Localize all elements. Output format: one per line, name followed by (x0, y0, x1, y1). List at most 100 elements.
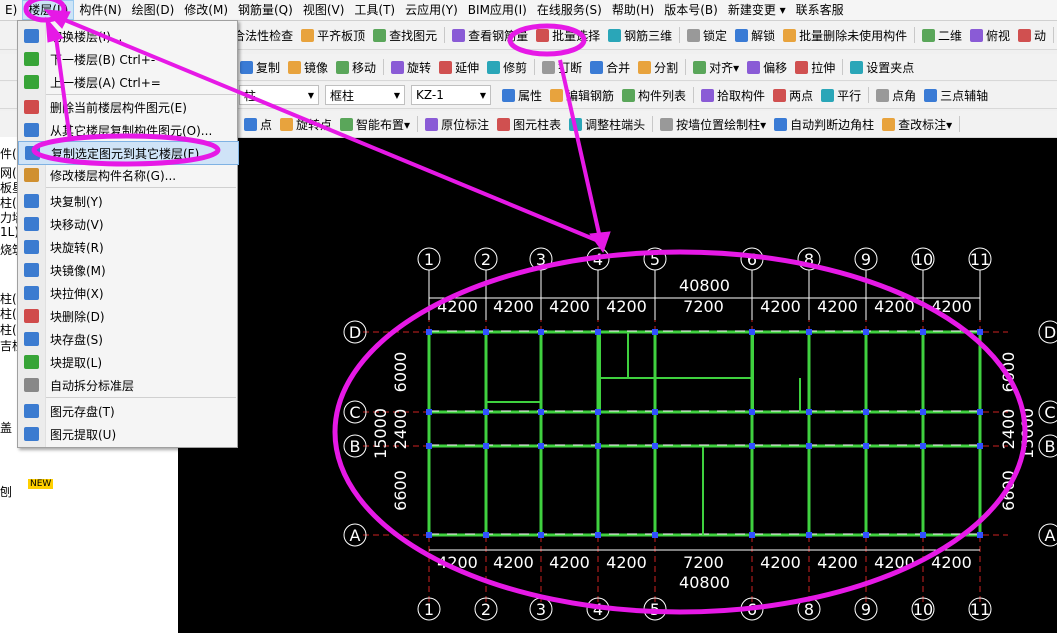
toolbar1-items-button-6[interactable]: 锁定 (683, 24, 731, 46)
toolbar2-items-button-8[interactable]: 分割 (634, 56, 682, 78)
toolbar1-items-button-11[interactable]: 动 (1014, 24, 1050, 46)
toolbar2-items-button-12[interactable]: 设置夹点 (846, 56, 918, 78)
toolbar3-items-button-3[interactable]: 拾取构件 (697, 84, 769, 106)
toolbar3-items-button-0[interactable]: 属性 (498, 84, 546, 106)
menu-0[interactable]: E) (0, 0, 22, 20)
tree-item[interactable]: 件( (0, 145, 17, 162)
toolbar4-items-button-2[interactable]: 智能布置▾ (336, 113, 414, 135)
floor-menu-item-2[interactable]: 上一楼层(A) Ctrl+= (18, 71, 237, 93)
toolbar1-items-button-5[interactable]: 钢筋三维 (604, 24, 676, 46)
toolbar1-items-button-1[interactable]: 平齐板顶 (297, 24, 369, 46)
menu-10[interactable]: 在线服务(S) (532, 0, 607, 20)
toolbar3-items-button-6[interactable]: 点角 (872, 84, 920, 106)
toolbar3-items-button-1[interactable]: 编辑钢筋 (546, 84, 618, 106)
tree-item[interactable]: 盖 (0, 419, 12, 436)
floor-menu-item-7[interactable]: 块复制(Y) (18, 190, 237, 212)
toolbar1-items-button-10[interactable]: 俯视 (966, 24, 1014, 46)
element-save-icon (24, 404, 39, 418)
component-type-dropdown[interactable]: 柱 ▼ (239, 85, 319, 105)
floor-menu-item-label: 修改楼层构件名称(G)... (50, 168, 177, 183)
floor-menu-item-8[interactable]: 块移动(V) (18, 213, 237, 235)
toolbar2-items-button-3[interactable]: 旋转 (387, 56, 435, 78)
component-name-dropdown[interactable]: KZ-1 ▼ (411, 85, 491, 105)
tool-icon (502, 88, 515, 102)
floor-menu-item-14[interactable]: 块提取(L) (18, 351, 237, 373)
split-floor-icon (24, 378, 39, 392)
toolbar2-items-button-10[interactable]: 偏移 (743, 56, 791, 78)
menu-11[interactable]: 帮助(H) (607, 0, 659, 20)
menu-3[interactable]: 绘图(D) (127, 0, 180, 20)
dimension-text: 6000 (999, 352, 1018, 393)
tree-item[interactable]: 刨 (0, 483, 12, 500)
menu-8[interactable]: 云应用(Y) (400, 0, 463, 20)
menu-5[interactable]: 钢筋量(Q) (233, 0, 298, 20)
floor-menu-item-13[interactable]: 块存盘(S) (18, 328, 237, 350)
column (538, 329, 544, 335)
menu-7[interactable]: 工具(T) (349, 0, 400, 20)
toolbar1-items-button-9[interactable]: 二维 (918, 24, 966, 46)
floor-menu-item-15[interactable]: 自动拆分标准层 (18, 374, 237, 396)
floor-menu-item-11[interactable]: 块拉伸(X) (18, 282, 237, 304)
menu-14[interactable]: 联系客服 (791, 0, 849, 20)
menu-13[interactable]: 新建变更 ▾ (723, 0, 791, 20)
menu-12[interactable]: 版本号(B) (659, 0, 723, 20)
toolbar2-items-button-4[interactable]: 延伸 (435, 56, 483, 78)
floor-menu-item-4[interactable]: 从其它楼层复制构件图元(O)... (18, 119, 237, 141)
toolbar2-items-button-1[interactable]: 镜像 (284, 56, 332, 78)
toolbar4-items-button-5[interactable]: 调整柱端头 (565, 113, 649, 135)
floor-menu-item-16[interactable]: 图元存盘(T) (18, 400, 237, 422)
toolbar3-items-button-2[interactable]: 构件列表 (618, 84, 690, 106)
toolbar4-items-button-6[interactable]: 按墙位置绘制柱▾ (656, 113, 770, 135)
menu-bar: E) 楼层(L) 构件(N) 绘图(D) 修改(M) 钢筋量(Q) 视图(V) 工具(T) 云应… (0, 0, 1057, 21)
toolbar3-items-button-4[interactable]: 两点 (769, 84, 817, 106)
menu-1[interactable]: 楼层(L) (22, 0, 75, 20)
tool-label: 镜像 (304, 60, 329, 75)
floor-menu-item-5[interactable]: 复制选定图元到其它楼层(F)... (18, 141, 239, 165)
tree-item[interactable]: NEW (28, 479, 54, 489)
floor-menu-item-10[interactable]: 块镜像(M) (18, 259, 237, 281)
toolbar2-items-button-5[interactable]: 修剪 (483, 56, 531, 78)
toolbar4-items-button-7[interactable]: 自动判断边角柱 (770, 113, 878, 135)
toolbar1-items-button-2[interactable]: 查找图元 (369, 24, 441, 46)
toolbar2-items-button-0[interactable]: 复制 (236, 56, 284, 78)
toolbar4-items-button-0[interactable]: 点 (240, 113, 276, 135)
tool-icon (622, 88, 636, 102)
toolbar2-items-button-7[interactable]: 合并 (586, 56, 634, 78)
toolbar3-items-button-7[interactable]: 三点辅轴 (920, 84, 992, 106)
toolbar2-items-button-2[interactable]: 移动 (332, 56, 380, 78)
toolbar4-items-button-1[interactable]: 旋转点 (276, 113, 336, 135)
tree-item[interactable]: 柱( (0, 305, 17, 322)
divider (652, 116, 654, 132)
toolbar2-items-button-11[interactable]: 拉伸 (791, 56, 839, 78)
floor-menu-item-6[interactable]: 修改楼层构件名称(G)... (18, 164, 237, 186)
toolbar4-items-button-4[interactable]: 图元柱表 (493, 113, 565, 135)
toolbar3-items-button-5[interactable]: 平行 (817, 84, 865, 106)
tool-icon (773, 88, 787, 102)
floor-menu-item-17[interactable]: 图元提取(U) (18, 423, 237, 445)
floor-menu-item-3[interactable]: 删除当前楼层构件图元(E) (18, 96, 237, 118)
toolbar1-items-button-7[interactable]: 解锁 (731, 24, 779, 46)
floor-menu-item-9[interactable]: 块旋转(R) (18, 236, 237, 258)
toolbar1-items-button-3[interactable]: 查看钢筋量 (448, 24, 532, 46)
menu-2[interactable]: 构件(N) (74, 0, 126, 20)
floor-menu-item-12[interactable]: 块删除(D) (18, 305, 237, 327)
component-subtype-dropdown[interactable]: 框柱 ▼ (325, 85, 405, 105)
toolbar1-items-button-8[interactable]: 批量删除未使用构件 (779, 24, 911, 46)
toolbar4-items-button-3[interactable]: 原位标注 (421, 113, 493, 135)
menu-4[interactable]: 修改(M) (179, 0, 233, 20)
menu-separator (46, 187, 236, 188)
floor-menu-item-0[interactable]: 切换楼层(I)... (18, 25, 237, 47)
toolbar4-items-button-8[interactable]: 查改标注▾ (878, 113, 956, 135)
menu-6[interactable]: 视图(V) (298, 0, 350, 20)
floor-menu-item-label: 块提取(L) (50, 355, 103, 370)
toolbar1-items-button-4[interactable]: 批量选择 (532, 24, 604, 46)
menu-9[interactable]: BIM应用(I) (463, 0, 532, 20)
floor-menu-item-1[interactable]: 下一楼层(B) Ctrl+- (18, 48, 237, 70)
tool-icon (638, 60, 652, 74)
drawing-canvas[interactable]: 1 2 3 4 5 6 8 9 10 11 1 2 3 4 5 6 8 9 10 11 D C B A D C B A 40800 408… (178, 138, 1057, 633)
toolbar2-items-button-9[interactable]: 对齐▾ (689, 56, 743, 78)
tree-item[interactable]: 柱( (0, 321, 17, 338)
copy-from-floor-icon (24, 123, 39, 137)
tool-icon (497, 117, 511, 131)
toolbar2-items-button-6[interactable]: 打断 (538, 56, 586, 78)
